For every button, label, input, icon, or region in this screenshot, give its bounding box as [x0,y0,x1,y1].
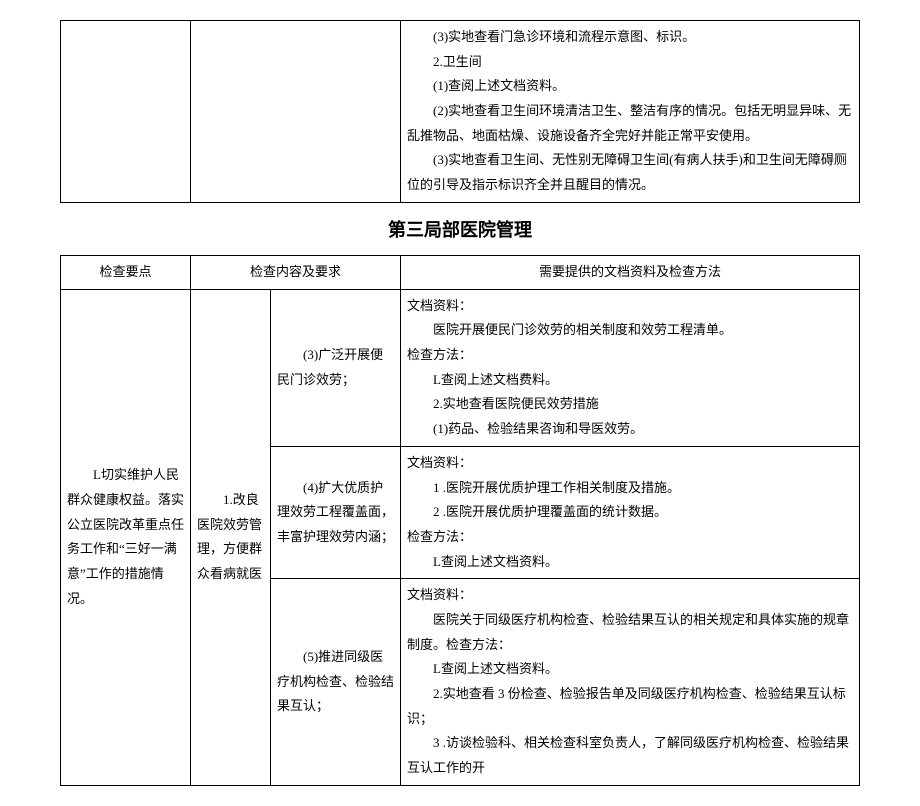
doc-l2-2: 2 .医院开展优质护理覆盖面的统计数据。 [407,500,853,525]
subcontent-text: 1.改良医院效劳管理，方便群众看病就医 [197,488,264,587]
data-row-1: L切实维护人民群众健康权益。落实公立医院改革重点任务工作和“三好一满意”工作的措… [61,289,860,446]
top-line-5: (3)实地查看卫生间、无性别无障碍卫生间(有病人扶手)和卫生间无障碍厕位的引导及… [407,148,853,197]
top-empty-cell-1 [61,21,191,203]
point-cell: L切实维护人民群众健康权益。落实公立医院改革重点任务工作和“三好一满意”工作的措… [61,289,191,785]
doc-l1-1: 医院开展便民门诊效劳的相关制度和效劳工程清单。 [407,318,853,343]
doc-l3-1: 医院关于同级医疗机构检查、检验结果互认的相关规定和具体实施的规章制度。检查方法： [407,608,853,657]
doc-cell-2: 文档资料： 1 .医院开展优质护理工作相关制度及措施。 2 .医院开展优质护理覆… [401,446,860,578]
top-empty-cell-2 [191,21,401,203]
top-line-1: (3)实地查看门急诊环境和流程示意图、标识。 [407,25,853,50]
section-title: 第三局部医院管理 [60,213,860,247]
req-cell-1: (3)广泛开展便民门诊效劳； [271,289,401,446]
top-partial-table: (3)实地查看门急诊环境和流程示意图、标识。 2.卫生间 (1)查阅上述文档资料… [60,20,860,203]
doc-l1-2: 检查方法： [407,343,853,368]
header-content: 检查内容及要求 [191,256,401,290]
doc-l1-5: (1)药品、检验结果咨询和导医效劳。 [407,417,853,442]
doc-l3-4: 3 .访谈检验科、相关检查科室负责人，了解同级医疗机构检查、检验结果互认工作的开 [407,731,853,780]
top-table-row: (3)实地查看门急诊环境和流程示意图、标识。 2.卫生间 (1)查阅上述文档资料… [61,21,860,203]
doc-l1-3: L查阅上述文档费料。 [407,368,853,393]
req-text-1: (3)广泛开展便民门诊效劳； [277,343,394,392]
doc-l2-0: 文档资料： [407,451,853,476]
header-point: 检查要点 [61,256,191,290]
req-text-2: (4)扩大优质护理效劳工程覆盖面，丰富护理效劳内涵； [277,476,394,550]
doc-l1-4: 2.实地查看医院便民效劳措施 [407,392,853,417]
doc-l3-3: 2.实地查看 3 份检查、检验报告单及同级医疗机构检查、检验结果互认标识； [407,682,853,731]
main-table: 检查要点 检查内容及要求 需要提供的文档资料及检查方法 L切实维护人民群众健康权… [60,255,860,786]
req-text-3: (5)推进同级医疗机构检查、检验结果互认； [277,645,394,719]
point-text: L切实维护人民群众健康权益。落实公立医院改革重点任务工作和“三好一满意”工作的措… [67,463,184,611]
req-cell-2: (4)扩大优质护理效劳工程覆盖面，丰富护理效劳内涵； [271,446,401,578]
top-line-4: (2)实地查看卫生间环境清洁卫生、整洁有序的情况。包括无明显异味、无乱推物品、地… [407,99,853,148]
doc-cell-1: 文档资料： 医院开展便民门诊效劳的相关制度和效劳工程清单。 检查方法： L查阅上… [401,289,860,446]
doc-l1-0: 文档资料： [407,294,853,319]
header-doc: 需要提供的文档资料及检查方法 [401,256,860,290]
doc-l3-2: L查阅上述文档资料。 [407,657,853,682]
top-line-2: 2.卫生间 [407,50,853,75]
subcontent-label: 1.改良医院效劳管理，方便群众看病就医 [191,289,271,785]
top-content-cell: (3)实地查看门急诊环境和流程示意图、标识。 2.卫生间 (1)查阅上述文档资料… [401,21,860,203]
top-line-3: (1)查阅上述文档资料。 [407,74,853,99]
req-cell-3: (5)推进同级医疗机构检查、检验结果互认； [271,579,401,786]
doc-l2-3: 检查方法： [407,525,853,550]
header-row: 检查要点 检查内容及要求 需要提供的文档资料及检查方法 [61,256,860,290]
doc-l2-4: L查阅上述文档资料。 [407,550,853,575]
doc-cell-3: 文档资料： 医院关于同级医疗机构检查、检验结果互认的相关规定和具体实施的规章制度… [401,579,860,786]
doc-l3-0: 文档资料： [407,583,853,608]
doc-l2-1: 1 .医院开展优质护理工作相关制度及措施。 [407,476,853,501]
